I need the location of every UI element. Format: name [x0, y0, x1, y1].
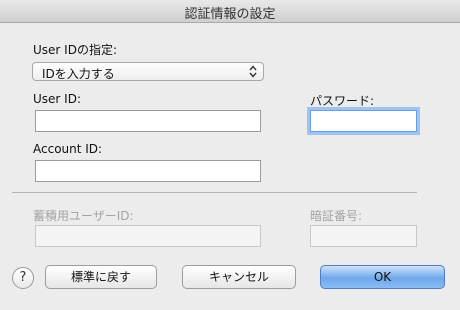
- password-field[interactable]: [310, 110, 417, 132]
- question-mark-icon: ?: [19, 270, 27, 285]
- window-title: 認証情報の設定: [184, 7, 276, 22]
- title-bar[interactable]: 認証情報の設定: [0, 0, 460, 23]
- restore-default-button[interactable]: 標準に戻す: [45, 265, 157, 289]
- account-id-label: Account ID:: [33, 142, 103, 156]
- pin-field[interactable]: [310, 225, 417, 247]
- stored-user-id-field[interactable]: [35, 225, 261, 247]
- password-label: パスワード:: [310, 94, 375, 108]
- stored-user-id-label: 蓄積用ユーザーID:: [33, 209, 134, 223]
- user-id-setting-select[interactable]: IDを入力する: [32, 62, 264, 81]
- up-down-chevrons-icon: [249, 65, 257, 78]
- pin-label: 暗証番号:: [310, 209, 363, 223]
- section-divider: [12, 192, 417, 193]
- help-button[interactable]: ?: [12, 267, 34, 289]
- user-id-setting-value: IDを入力する: [42, 67, 115, 81]
- account-id-field[interactable]: [35, 160, 261, 182]
- user-id-setting-label: User IDの指定:: [33, 43, 117, 57]
- user-id-field[interactable]: [35, 110, 261, 132]
- cancel-button[interactable]: キャンセル: [182, 265, 296, 289]
- ok-button[interactable]: OK: [320, 265, 445, 289]
- user-id-label: User ID:: [33, 92, 81, 106]
- auth-settings-dialog: 認証情報の設定 User IDの指定: IDを入力する User ID: パスワ…: [0, 0, 460, 310]
